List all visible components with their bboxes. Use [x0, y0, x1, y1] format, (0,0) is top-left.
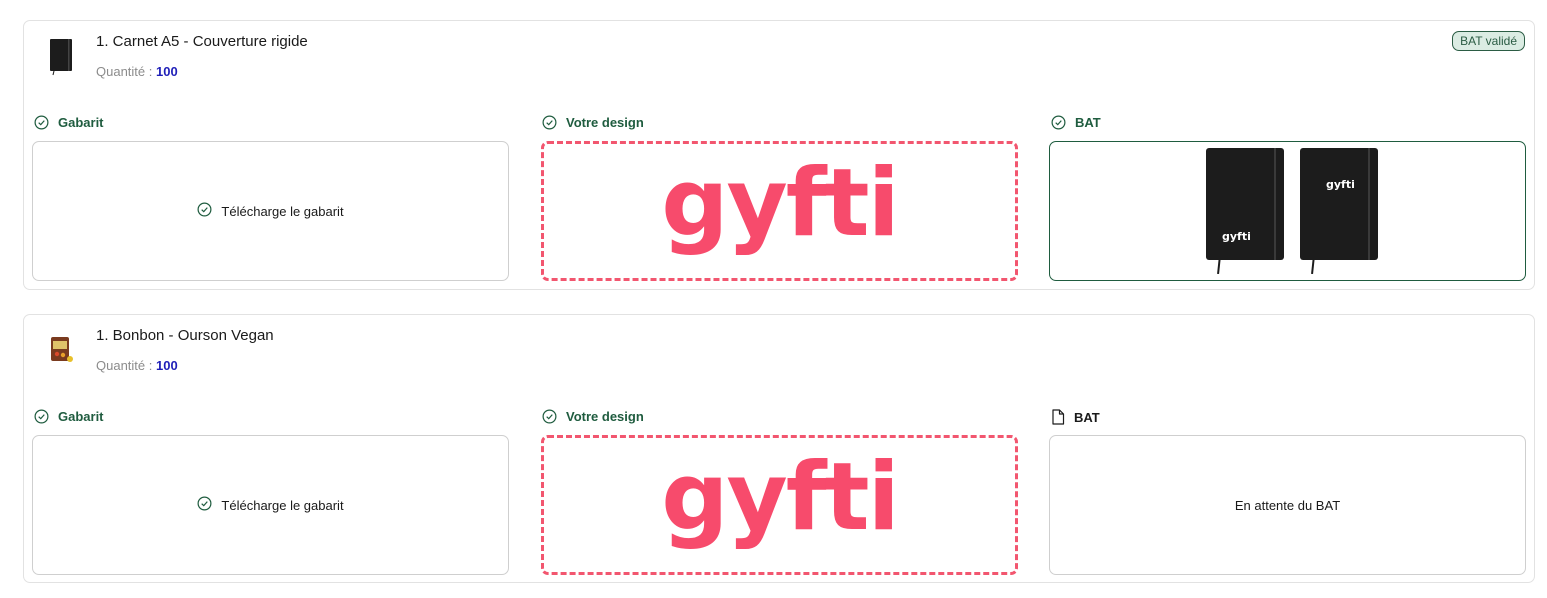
quantity-value: 100 [156, 358, 178, 373]
design-logo: gyfti [661, 149, 900, 258]
bat-status: En attente du BAT [1234, 497, 1341, 513]
check-circle-icon [197, 496, 212, 514]
quantity-value: 100 [156, 64, 178, 79]
design-upload-area[interactable]: gyfti [541, 141, 1018, 281]
design-label: Votre design [566, 409, 644, 424]
gabarit-label: Gabarit [58, 115, 104, 130]
design-upload-area[interactable]: gyfti [541, 435, 1018, 575]
bat-label: BAT [1075, 115, 1101, 130]
design-header: Votre design [542, 409, 644, 424]
order-item-card: 1. Carnet A5 - Couverture rigide Quantit… [23, 20, 1535, 290]
notebook-mockup: gyfti [1300, 148, 1378, 275]
design-logo: gyfti [661, 443, 900, 552]
download-template-button[interactable]: Télécharge le gabarit [33, 436, 508, 574]
bat-header: BAT [1051, 409, 1100, 425]
bat-header: BAT [1051, 115, 1101, 130]
download-template-label: Télécharge le gabarit [221, 497, 344, 513]
check-circle-icon [34, 115, 49, 130]
check-circle-icon [34, 409, 49, 424]
check-circle-icon [542, 115, 557, 130]
check-circle-icon [197, 202, 212, 220]
notebook-thumbnail [46, 37, 78, 77]
design-header: Votre design [542, 115, 644, 130]
bat-label: BAT [1074, 409, 1100, 425]
quantity-label: Quantité : [96, 64, 153, 79]
gabarit-panel: Télécharge le gabarit [32, 141, 509, 281]
download-template-label: Télécharge le gabarit [221, 203, 344, 219]
design-label: Votre design [566, 115, 644, 130]
item-quantity: Quantité : 100 [96, 358, 178, 373]
gabarit-label: Gabarit [58, 409, 104, 424]
check-circle-icon [1051, 115, 1066, 130]
gabarit-panel: Télécharge le gabarit [32, 435, 509, 575]
bat-preview-panel[interactable]: gyfti gyfti [1049, 141, 1526, 281]
notebook-mockup: gyfti [1206, 148, 1284, 275]
item-title: 1. Carnet A5 - Couverture rigide [96, 33, 308, 50]
item-title: 1. Bonbon - Ourson Vegan [96, 327, 274, 344]
bat-preview-panel: En attente du BAT [1049, 435, 1526, 575]
quantity-label: Quantité : [96, 358, 153, 373]
download-template-button[interactable]: Télécharge le gabarit [33, 142, 508, 280]
candy-bag-thumbnail [46, 331, 78, 371]
item-quantity: Quantité : 100 [96, 64, 178, 79]
mockup-brand: gyfti [1222, 230, 1251, 243]
gabarit-header: Gabarit [34, 409, 104, 424]
order-item-card: 1. Bonbon - Ourson Vegan Quantité : 100 … [23, 314, 1535, 583]
mockup-brand: gyfti [1326, 178, 1355, 191]
status-badge: BAT validé [1452, 31, 1525, 51]
check-circle-icon [542, 409, 557, 424]
gabarit-header: Gabarit [34, 115, 104, 130]
file-icon [1051, 409, 1065, 425]
